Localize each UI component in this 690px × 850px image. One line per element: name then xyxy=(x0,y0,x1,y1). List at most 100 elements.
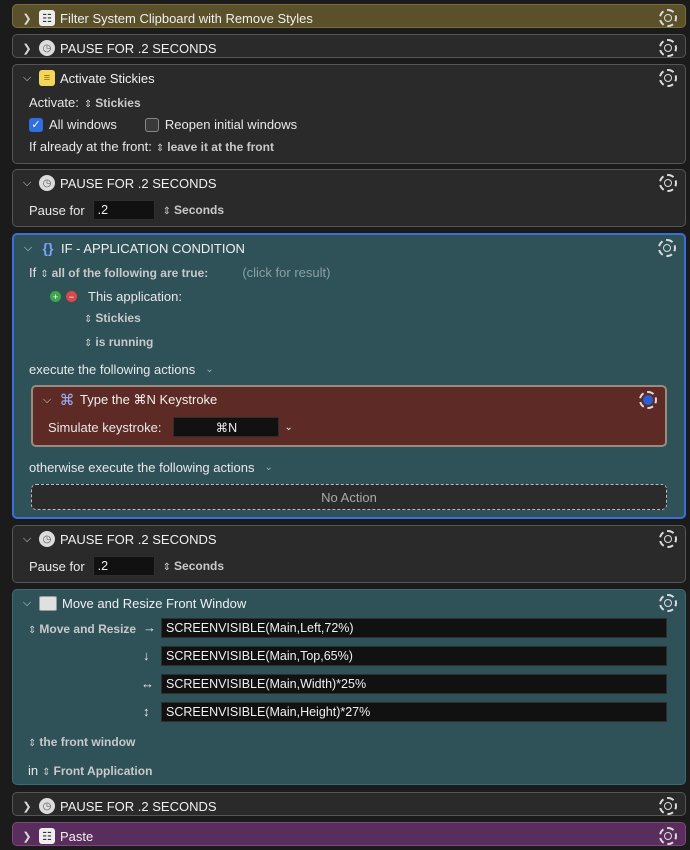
chevron-down-icon[interactable]: ⌄ xyxy=(205,364,213,375)
type-keystroke-action[interactable]: ⌵ ⌘ Type the ⌘N Keystroke Simulate keyst… xyxy=(31,385,667,447)
action-title: PAUSE FOR .2 SECONDS xyxy=(60,40,217,56)
mode-selector[interactable]: ⇕ Move and Resize xyxy=(28,622,136,636)
chevron-right-icon[interactable]: ❯ xyxy=(19,800,35,813)
pause-value-field[interactable]: .2 xyxy=(92,556,155,576)
simulate-label: Simulate keystroke: xyxy=(48,419,162,435)
gear-icon[interactable] xyxy=(658,239,676,257)
activate-label: Activate: xyxy=(29,95,79,110)
target-app-value: Front Application xyxy=(53,763,153,778)
chevron-down-icon[interactable]: ⌵ xyxy=(19,72,35,85)
if-label: If xyxy=(29,265,37,280)
gear-icon[interactable] xyxy=(659,174,677,192)
gear-icon[interactable] xyxy=(659,797,677,815)
unit-selector[interactable]: ⇕ Seconds xyxy=(163,559,224,573)
clock-icon: ◷ xyxy=(39,531,55,547)
action-title: Activate Stickies xyxy=(60,70,155,86)
checkbox-icon[interactable]: ✓ xyxy=(29,117,43,132)
chevron-down-icon[interactable]: ⌵ xyxy=(19,597,35,610)
chevron-right-icon[interactable]: ❯ xyxy=(19,830,35,843)
gear-icon[interactable] xyxy=(659,69,677,87)
left-field[interactable]: SCREENVISIBLE(Main,Left,72%) xyxy=(161,618,667,638)
unit-selector[interactable]: ⇕ Seconds xyxy=(163,203,224,217)
pause-label: Pause for xyxy=(29,202,85,218)
action-title: Move and Resize Front Window xyxy=(62,595,247,611)
gear-icon[interactable] xyxy=(659,39,677,57)
gear-icon[interactable] xyxy=(659,9,677,27)
window-icon xyxy=(39,595,57,611)
window-value: the front window xyxy=(39,735,136,749)
action-title: IF - APPLICATION CONDITION xyxy=(61,240,245,256)
action-title: Paste xyxy=(60,828,94,844)
width-field[interactable]: SCREENVISIBLE(Main,Width)*25% xyxy=(161,674,667,694)
chevron-right-icon[interactable]: ❯ xyxy=(19,12,35,25)
chevron-right-icon[interactable]: ❯ xyxy=(19,42,35,55)
remove-condition-icon[interactable]: − xyxy=(66,291,77,302)
condition-selector[interactable]: ⇕ all of the following are true: xyxy=(40,266,208,280)
braces-icon: {} xyxy=(42,240,54,256)
action-title: PAUSE FOR .2 SECONDS xyxy=(60,531,217,547)
arrow-down-icon: ↓ xyxy=(143,648,150,663)
clock-icon: ◷ xyxy=(39,40,55,56)
height-field[interactable]: SCREENVISIBLE(Main,Height)*27% xyxy=(161,702,667,722)
result-hint[interactable]: (click for result) xyxy=(242,265,330,280)
otherwise-label: otherwise execute the following actions xyxy=(29,460,255,475)
chevron-down-icon[interactable]: ⌵ xyxy=(39,394,55,407)
stickies-icon: ≡ xyxy=(39,70,55,86)
move-resize-window-action[interactable]: ⌵ Move and Resize Front Window ⇕ Move and… xyxy=(12,589,686,785)
action-title: Type the ⌘N Keystroke xyxy=(80,392,218,407)
app-selector[interactable]: ⇕ Stickies xyxy=(84,96,141,110)
chevron-down-icon[interactable]: ⌄ xyxy=(284,422,292,433)
pause-value-field[interactable]: .2 xyxy=(92,200,155,220)
filter-clipboard-action[interactable]: ❯ ☷ Filter System Clipboard with Remove … xyxy=(12,4,686,28)
command-icon: ⌘ xyxy=(59,392,75,409)
condition-state-selector[interactable]: ⇕ is running xyxy=(84,335,153,349)
no-action-label: No Action xyxy=(321,489,377,505)
condition-value: all of the following are true: xyxy=(51,265,209,280)
pause-label: Pause for xyxy=(29,558,85,574)
condition-state-value: is running xyxy=(95,335,154,349)
activate-stickies-action[interactable]: ⌵ ≡ Activate Stickies Activate: ⇕ Stickie… xyxy=(12,64,686,164)
condition-app-value: Stickies xyxy=(95,311,141,325)
unit-value: Seconds xyxy=(174,203,225,217)
target-app-selector[interactable]: ⇕ Front Application xyxy=(42,764,152,778)
action-title: PAUSE FOR .2 SECONDS xyxy=(60,798,217,814)
front-selector[interactable]: ⇕ leave it at the front xyxy=(156,140,274,154)
action-title: Filter System Clipboard with Remove Styl… xyxy=(60,10,313,26)
reopen-label: Reopen initial windows xyxy=(164,117,298,132)
width-arrow-icon: ↔ xyxy=(141,676,154,691)
all-windows-label: All windows xyxy=(49,117,117,132)
arrow-right-icon: → xyxy=(143,620,156,635)
gear-icon[interactable] xyxy=(659,827,677,845)
execute-label: execute the following actions xyxy=(29,362,196,377)
clipboard-icon: ☷ xyxy=(39,10,55,26)
unit-value: Seconds xyxy=(174,559,225,573)
add-condition-icon[interactable]: + xyxy=(50,291,61,302)
pause-action-1[interactable]: ❯ ◷ PAUSE FOR .2 SECONDS xyxy=(12,34,686,58)
paste-action[interactable]: ❯ ☷ Paste xyxy=(12,822,686,846)
front-label: If already at the front: xyxy=(29,139,152,154)
no-action-dropzone[interactable]: No Action xyxy=(31,484,667,510)
condition-app-selector[interactable]: ⇕ Stickies xyxy=(84,311,141,325)
this-app-label: This application: xyxy=(88,289,182,304)
keystroke-field[interactable]: ⌘N xyxy=(173,417,280,437)
gear-icon[interactable] xyxy=(659,594,677,612)
clock-icon: ◷ xyxy=(39,175,55,191)
chevron-down-icon[interactable]: ⌵ xyxy=(19,533,35,546)
chevron-down-icon[interactable]: ⌵ xyxy=(19,177,35,190)
action-title: PAUSE FOR .2 SECONDS xyxy=(60,175,217,191)
window-selector[interactable]: ⇕ the front window xyxy=(28,735,135,749)
reopen-checkbox[interactable] xyxy=(144,117,159,132)
height-arrow-icon: ↕ xyxy=(143,704,150,719)
clock-icon: ◷ xyxy=(39,798,55,814)
mode-value: Move and Resize xyxy=(39,622,137,636)
pause-action-2[interactable]: ⌵ ◷ PAUSE FOR .2 SECONDS Pause for .2 ⇕ S… xyxy=(12,169,686,227)
pause-action-4[interactable]: ❯ ◷ PAUSE FOR .2 SECONDS xyxy=(12,792,686,816)
pause-action-3[interactable]: ⌵ ◷ PAUSE FOR .2 SECONDS Pause for .2 ⇕ S… xyxy=(12,525,686,583)
gear-icon[interactable] xyxy=(659,530,677,548)
gear-icon[interactable] xyxy=(639,391,657,409)
chevron-down-icon[interactable]: ⌵ xyxy=(20,242,36,255)
if-application-condition[interactable]: ⌵ {} IF - APPLICATION CONDITION If ⇕ all … xyxy=(12,233,686,519)
app-value: Stickies xyxy=(95,95,141,110)
top-field[interactable]: SCREENVISIBLE(Main,Top,65%) xyxy=(161,646,667,666)
chevron-down-icon[interactable]: ⌄ xyxy=(264,462,272,473)
